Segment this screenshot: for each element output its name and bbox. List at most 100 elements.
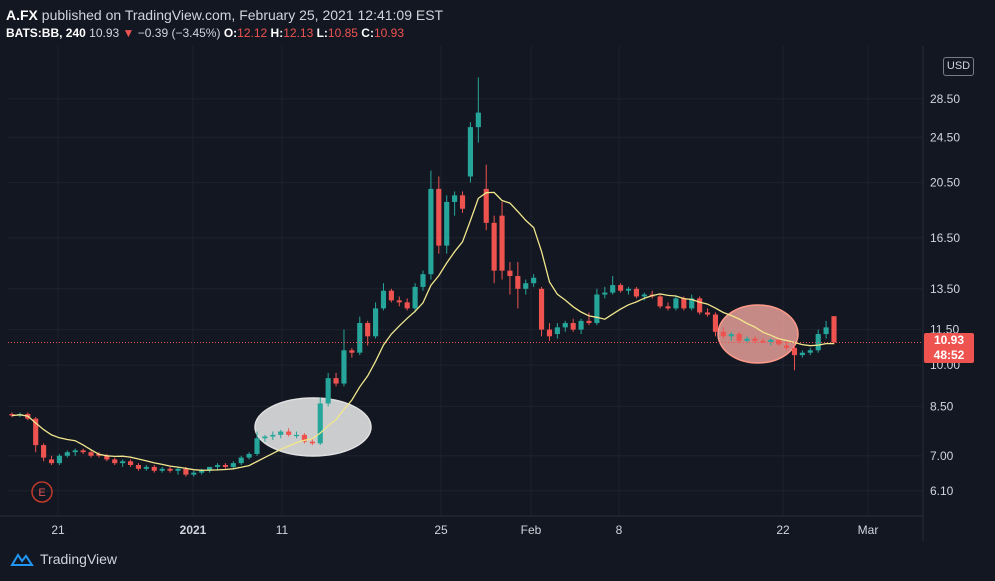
close-value: 10.93 — [373, 26, 404, 40]
last-price-tag: 10.93 48:52 — [924, 333, 974, 363]
price-tick-label: 24.50 — [930, 130, 960, 144]
candle-body — [633, 288, 639, 297]
cloud-logo-icon — [10, 553, 34, 566]
candle-body — [80, 450, 86, 453]
time-tick-label: 11 — [276, 523, 289, 537]
candle-body — [222, 465, 228, 467]
high-label: H: — [270, 26, 284, 40]
time-tick-label: 25 — [434, 523, 448, 537]
low-label: L: — [316, 26, 328, 40]
time-tick-label: Mar — [858, 523, 879, 537]
price-tick-label: 6.10 — [930, 484, 954, 498]
candle-body — [373, 308, 379, 337]
down-triangle-icon: ▼ — [122, 26, 135, 40]
last-price-tag-value: 10.93 — [933, 333, 965, 347]
candle-body — [594, 294, 600, 324]
candle-body — [341, 350, 347, 384]
candle-body — [230, 463, 236, 467]
currency-button[interactable]: USD — [943, 57, 974, 76]
candle-body — [365, 323, 371, 337]
candle-body — [135, 465, 142, 469]
candle-body — [625, 288, 632, 291]
candle-body — [831, 316, 837, 343]
candle-body — [420, 274, 426, 287]
time-tick-label: 21 — [51, 523, 65, 537]
candle-body — [768, 339, 774, 343]
tradingview-logo[interactable]: TradingView — [8, 551, 117, 567]
candle-body — [88, 452, 94, 456]
candle-body — [143, 466, 149, 469]
candle-body — [412, 286, 418, 309]
candle-body — [41, 445, 47, 458]
open-label: O: — [223, 26, 238, 40]
candle-body — [531, 277, 537, 284]
candle-body — [333, 378, 339, 384]
price-tick-label: 13.50 — [930, 282, 960, 296]
candle-body — [697, 298, 703, 313]
candle-body — [388, 290, 394, 301]
candle-body — [744, 338, 750, 341]
candle-body — [325, 378, 331, 404]
candle-body — [736, 334, 742, 341]
price-tick-label: 20.50 — [930, 176, 960, 190]
candle-body — [823, 327, 829, 335]
candle-body — [499, 215, 505, 271]
candle-body — [238, 457, 244, 464]
candle-body — [728, 334, 734, 337]
event-marker-label: E — [38, 487, 45, 499]
candlestick-chart[interactable]: 6.107.008.5010.0011.5013.5016.5020.5024.… — [0, 46, 995, 541]
candle-body — [396, 300, 402, 303]
candle-body — [641, 294, 647, 297]
candle-body — [452, 195, 458, 202]
candle-body — [167, 468, 173, 471]
candle-body — [293, 434, 300, 437]
close-label: C: — [361, 26, 374, 40]
candle-body — [349, 350, 355, 353]
candle-body — [538, 288, 545, 330]
candle-body — [665, 306, 671, 309]
candle-body — [491, 222, 497, 271]
candle-body — [799, 352, 805, 356]
candle-body — [120, 461, 126, 464]
candle-body — [56, 455, 62, 464]
candle-body — [752, 338, 758, 341]
candle-body — [618, 285, 624, 291]
candle-body — [159, 468, 165, 471]
candle-body — [246, 453, 252, 458]
candle-body — [436, 188, 442, 246]
candle-body — [546, 329, 553, 337]
candle-body — [760, 340, 766, 343]
candle-body — [254, 438, 260, 454]
candle-body — [704, 312, 711, 315]
low-value: 10.85 — [327, 26, 358, 40]
high-value: 12.13 — [283, 26, 314, 40]
ohlc-legend: BATS:BB, 240 10.93 ▼ −0.39 (−3.45%) O: 12… — [6, 26, 404, 40]
chart-area[interactable]: 6.10 7.00 8.50 10.00 11.50 13.50 16.50 20.50 24.… — [0, 46, 995, 541]
candle-body — [278, 431, 284, 435]
candle-body — [515, 275, 521, 289]
candle-body — [657, 296, 663, 307]
candle-body — [183, 468, 189, 475]
candle-body — [784, 345, 790, 348]
candle-body — [523, 283, 529, 289]
price-tick-label: 28.50 — [930, 92, 960, 106]
candle-body — [586, 320, 592, 324]
candle-body — [48, 459, 55, 464]
time-tick-label: 2021 — [180, 523, 207, 537]
candle-body — [404, 302, 410, 309]
candle-body — [507, 270, 513, 276]
price-tick-label: 16.50 — [930, 231, 960, 245]
author-symbol: A.FX — [6, 7, 38, 23]
candle-body — [380, 290, 387, 309]
highlight-ellipse-left — [254, 397, 372, 457]
candle-body — [112, 459, 118, 464]
ticker-label[interactable]: BATS:BB, 240 — [6, 26, 86, 40]
candle-body — [428, 188, 434, 275]
time-tick-label: 22 — [776, 523, 790, 537]
price-change: −0.39 (−3.45%) — [137, 26, 221, 40]
candle-body — [444, 201, 450, 246]
candle-body — [720, 331, 726, 337]
candle-body — [317, 403, 323, 444]
price-tick-label: 8.50 — [930, 399, 954, 413]
candle-body — [570, 323, 576, 330]
